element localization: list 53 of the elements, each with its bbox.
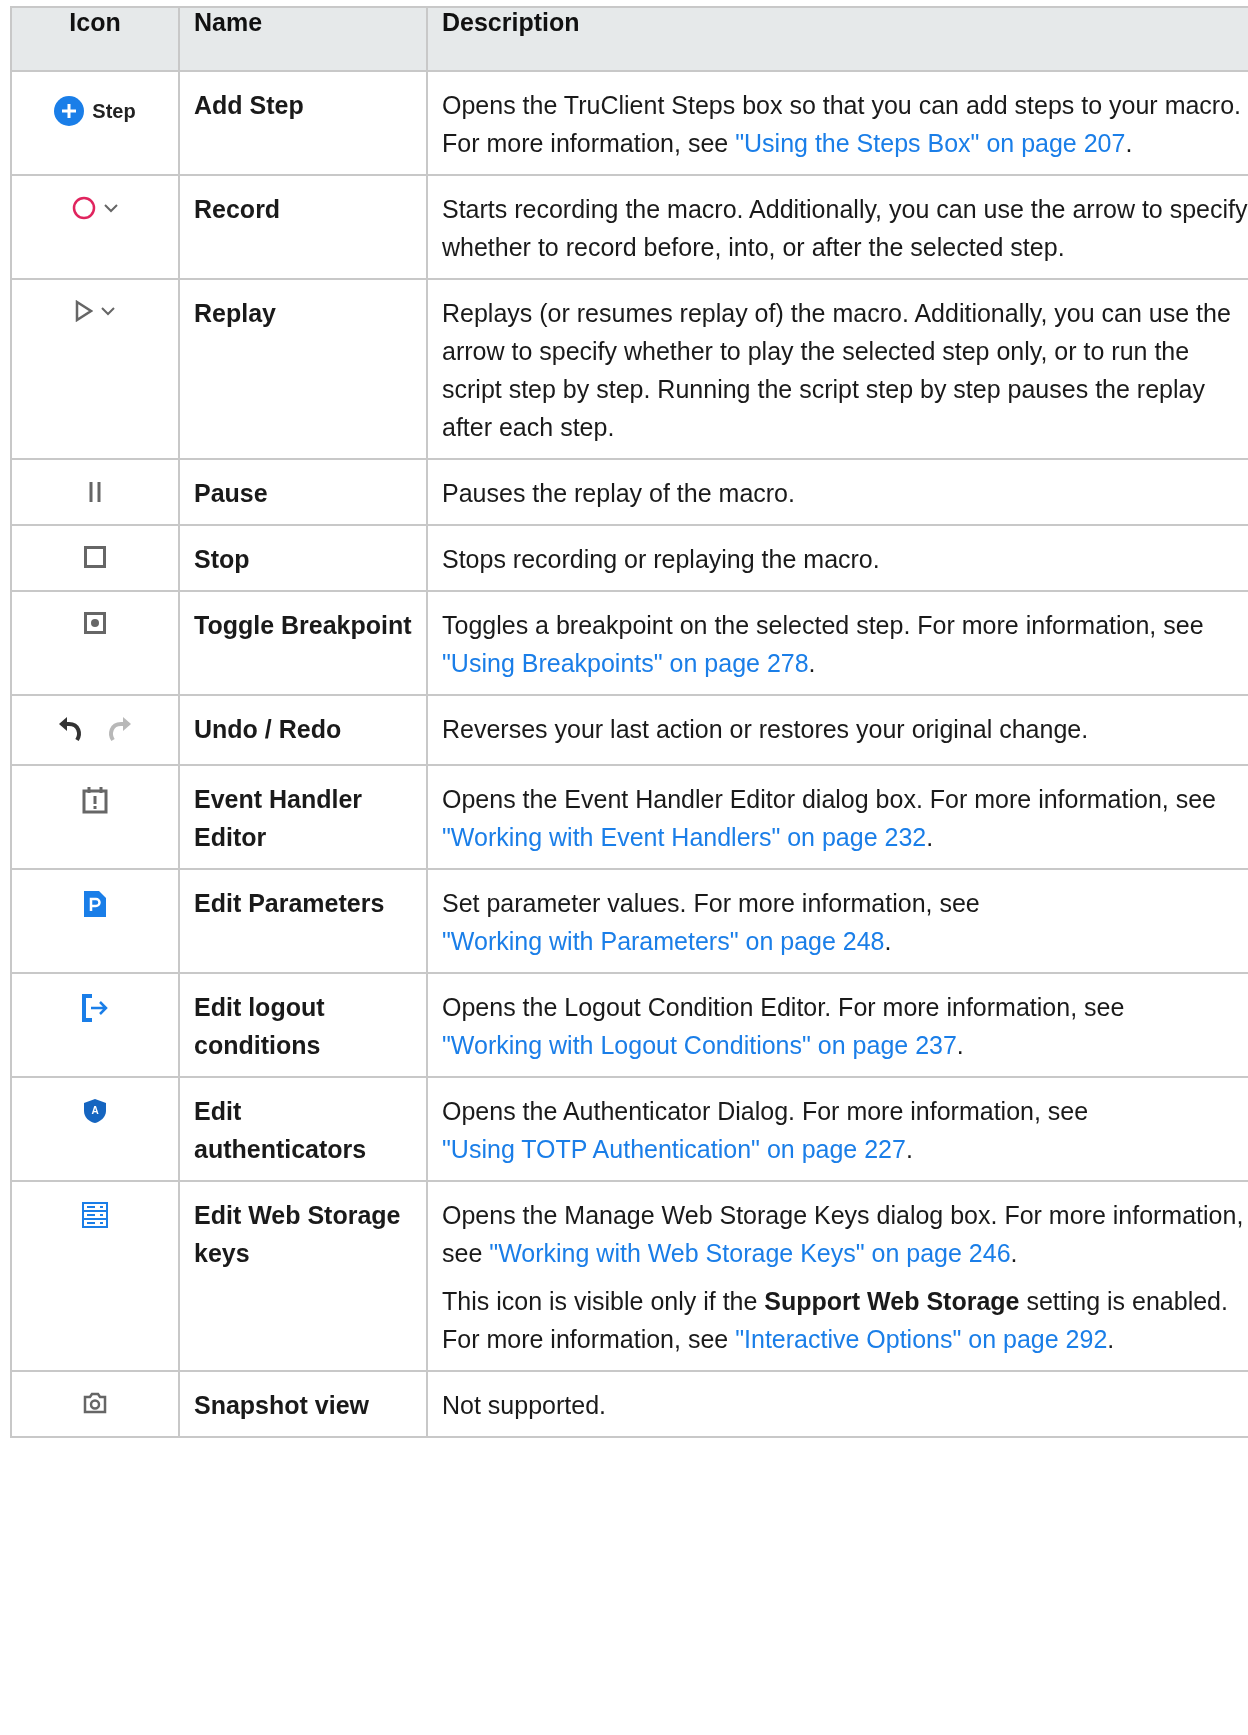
item-name: Pause <box>194 478 269 509</box>
circle-icon <box>72 196 96 220</box>
description-text: Opens the Authenticator Dialog. For more information, see "Using TOTP Authentication" on page 227. <box>442 1096 1090 1165</box>
exit-arrow-icon <box>81 994 109 1022</box>
chevron-down-icon <box>101 306 115 316</box>
document-icon <box>83 890 107 918</box>
page-link[interactable]: "Using TOTP Authentication" on page 227 <box>442 1135 906 1163</box>
column-header: Icon <box>11 7 179 71</box>
description-text: Opens the Logout Condition Editor. For more information, see "Working with Logout Conditions" on page 237. <box>442 992 1126 1061</box>
item-name: Event Handler Editor <box>194 784 364 853</box>
page-link[interactable]: "Working with Web Storage Keys" on page 246 <box>489 1239 1011 1267</box>
dot-in-square-icon <box>84 612 106 634</box>
item-name: Edit Parameters <box>194 888 386 919</box>
page-link[interactable]: "Interactive Options" on page 292 <box>735 1325 1108 1353</box>
calendar-alert-icon <box>82 786 108 814</box>
description-text: Reverses your last action or restores your original change. <box>442 714 1090 745</box>
plus-circle-icon <box>54 96 85 126</box>
page-link[interactable]: "Working with Event Handlers" on page 232 <box>442 823 927 851</box>
description-text: Starts recording the macro. Additionally, you can use the arrow to specify whether to record before, into, or after the selected step. <box>442 194 1248 263</box>
camera-icon <box>83 1392 107 1414</box>
page-link[interactable]: "Working with Logout Conditions" on page 237 <box>442 1031 957 1059</box>
page-link[interactable]: "Using Breakpoints" on page 278 <box>442 649 809 677</box>
description-text: This icon is visible only if the Support Web Storage setting is enabled. For more information, see "Interactive Options" on page 292. <box>442 1286 1229 1355</box>
description-text: Pauses the replay of the macro. <box>442 478 796 509</box>
description-text: Opens the TruClient Steps box so that you can add steps to your macro. For more information, see "Using the Steps Box" on page 207. <box>442 90 1243 159</box>
item-name: Toggle Breakpoint <box>194 610 412 641</box>
item-name: Edit logout conditions <box>194 992 326 1061</box>
description-text: Stops recording or replaying the macro. <box>442 544 881 575</box>
chevron-down-icon <box>104 203 118 213</box>
item-name: Undo / Redo <box>194 714 343 745</box>
item-name: Record <box>194 194 282 225</box>
description-text: Opens the Event Handler Editor dialog box. For more information, see "Working with Event Handlers" on page 232. <box>442 784 1217 853</box>
item-name: Edit Web Storage keys <box>194 1200 402 1269</box>
storage-list-icon <box>82 1202 108 1228</box>
item-name: Stop <box>194 544 251 575</box>
description-text: Not supported. <box>442 1390 607 1421</box>
play-icon <box>75 300 93 322</box>
shield-icon: A <box>83 1098 107 1124</box>
step-label: Step <box>92 99 136 124</box>
pause-icon <box>89 482 101 502</box>
description-text: Toggles a breakpoint on the selected step. For more information, see "Using Breakpoints" on page 278. <box>442 610 1205 679</box>
square-icon <box>84 546 106 568</box>
page-link[interactable]: "Working with Parameters" on page 248 <box>442 927 885 955</box>
item-name: Snapshot view <box>194 1390 371 1421</box>
item-name: Edit authenticators <box>194 1096 368 1165</box>
description-text: Replays (or resumes replay of) the macro. Additionally, you can use the arrow to specify whether to play the selected step only, or to run the script step by step. Running the script step by step pauses the replay after each step. <box>442 298 1232 443</box>
item-name: Add Step <box>194 90 305 121</box>
page-link[interactable]: "Using the Steps Box" on page 207 <box>735 129 1126 157</box>
column-header: Name <box>179 7 427 71</box>
description-text: Set parameter values. For more information, see "Working with Parameters" on page 248. <box>442 888 981 957</box>
item-name: Replay <box>194 298 277 329</box>
description-text: Opens the Manage Web Storage Keys dialog box. For more information, see "Working with Web Storage Keys" on page 246. <box>442 1200 1245 1269</box>
column-header: Description <box>427 7 1248 71</box>
